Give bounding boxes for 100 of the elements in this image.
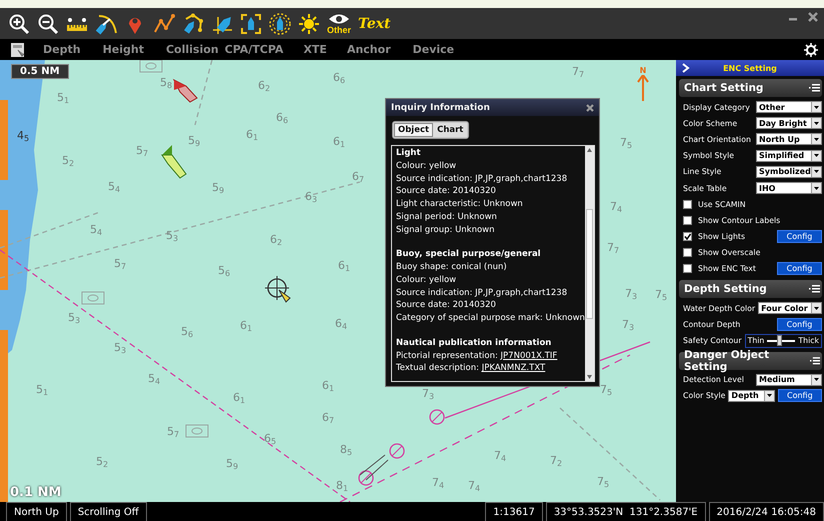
info-line: Source indication: JP,JP,graph,chart1238 xyxy=(396,172,568,186)
contour-line xyxy=(194,60,213,126)
depth-sounding: 5$_{7}$ xyxy=(167,426,180,441)
depth-sounding: 6$_{1}$ xyxy=(333,136,346,151)
dropdown[interactable]: Four Color xyxy=(758,302,822,314)
depth-sounding: 5$_{1}$ xyxy=(57,92,70,107)
dropdown[interactable]: IHO xyxy=(756,182,822,194)
section-title: Danger Object Setting xyxy=(684,348,770,373)
menu-icon[interactable] xyxy=(810,356,820,365)
menu-icon[interactable] xyxy=(809,84,820,92)
depth-sounding: 5$_{4}$ xyxy=(108,181,120,196)
depth-sounding: 7$_{4}$ xyxy=(432,477,444,492)
info-line: Colour: yellow xyxy=(396,274,458,287)
depth-sounding: 5$_{3}$ xyxy=(114,342,126,357)
checkbox[interactable] xyxy=(683,216,692,225)
dropdown[interactable]: Simplified xyxy=(756,150,822,162)
depth-sounding: 7$_{3}$ xyxy=(622,319,634,334)
vessel-icon xyxy=(161,145,187,179)
slider-thumb[interactable] xyxy=(776,334,782,346)
depth-sounding: 5$_{4}$ xyxy=(90,224,102,239)
depth-sounding: 7$_{5}$ xyxy=(620,137,632,152)
info-line: Buoy shape: conical (nun) xyxy=(396,261,508,274)
ship-arc-icon xyxy=(95,12,117,34)
other-tool-button[interactable]: Other xyxy=(327,10,352,38)
info-line: Colour: yellow xyxy=(396,160,458,173)
caret-icon xyxy=(814,122,819,125)
dropdown[interactable]: Day Bright xyxy=(756,117,822,130)
buoy-icon xyxy=(389,443,405,459)
depth-sounding: 6$_{3}$ xyxy=(305,191,318,206)
scroll-thumb[interactable] xyxy=(586,208,593,318)
status-item: Scrolling Off xyxy=(70,502,147,521)
config-button[interactable]: Config xyxy=(777,262,822,276)
north-label: N xyxy=(640,67,646,75)
info-line: Signal group: Unknown xyxy=(396,224,496,236)
depth-sounding: 7$_{4}$ xyxy=(610,201,622,216)
config-button[interactable]: Config xyxy=(777,230,822,244)
depth-sounding: 6$_{1}$ xyxy=(246,129,258,144)
checkbox[interactable] xyxy=(683,232,692,242)
framed-ship-icon xyxy=(240,12,262,34)
section-header[interactable]: Danger Object Setting xyxy=(679,352,822,370)
info-line: Source indication: JP,JP,graph,chart1238 xyxy=(396,286,568,300)
nav-tab[interactable]: CPA/TCPA xyxy=(224,43,284,56)
depth-sounding: 7$_{2}$ xyxy=(550,455,562,470)
checkbox[interactable] xyxy=(683,200,692,209)
depth-sounding: 5$_{4}$ xyxy=(148,373,160,388)
file-link[interactable]: JPKANMNZ.TXT xyxy=(482,363,546,374)
tab[interactable]: Object xyxy=(394,123,434,137)
depth-sounding: 5$_{8}$ xyxy=(160,77,172,92)
chevron-icon[interactable] xyxy=(682,63,690,73)
seabed-symbol-icon xyxy=(186,424,208,438)
depth-sounding: 5$_{9}$ xyxy=(188,135,200,150)
depth-sounding: 7$_{7}$ xyxy=(572,66,584,81)
dropdown[interactable]: Symbolized xyxy=(756,166,822,178)
dropdown[interactable]: North Up xyxy=(756,133,822,146)
text-tool-button[interactable]: Text xyxy=(358,10,391,38)
depth-sounding: 5$_{6}$ xyxy=(181,326,194,341)
info-label: Textual description: xyxy=(396,363,480,374)
vessel-icon xyxy=(172,78,198,103)
depth-sounding: 6$_{7}$ xyxy=(322,412,334,427)
dropdown[interactable]: Depth xyxy=(728,390,775,402)
close-icon[interactable] xyxy=(586,104,594,112)
nav-tab[interactable]: Depth xyxy=(43,43,81,56)
scrollbar[interactable] xyxy=(585,146,594,381)
scroll-down-icon[interactable] xyxy=(587,375,592,379)
depth-sounding: 7$_{5}$ xyxy=(600,384,612,399)
nav-tab[interactable]: Anchor xyxy=(346,43,391,56)
file-link[interactable]: JP7N001X.TIF xyxy=(500,350,558,361)
section-header[interactable]: Depth Setting xyxy=(679,280,822,298)
scroll-up-icon[interactable] xyxy=(587,148,592,152)
caret-icon xyxy=(814,138,819,141)
nav-tab[interactable]: XTE xyxy=(303,43,327,56)
tab[interactable]: Chart xyxy=(433,123,468,137)
route-icon xyxy=(153,12,175,34)
dropdown[interactable]: Medium xyxy=(756,374,822,386)
menu-icon[interactable] xyxy=(809,285,820,294)
nav-tab[interactable]: Height xyxy=(102,43,144,56)
depth-sounding: 7$_{5}$ xyxy=(655,289,668,304)
config-button[interactable]: Config xyxy=(778,389,822,402)
settings-icon[interactable] xyxy=(804,42,818,56)
caret-icon xyxy=(814,186,819,190)
close-icon[interactable] xyxy=(808,12,818,22)
scale-label: 0.1 NM xyxy=(10,485,62,500)
caret-icon xyxy=(814,306,819,310)
checkbox[interactable] xyxy=(683,264,692,274)
scale-label: 0.5 NM xyxy=(11,64,69,79)
depth-sounding: 6$_{2}$ xyxy=(258,80,270,95)
config-button[interactable]: Config xyxy=(777,318,822,331)
section-header[interactable]: Chart Setting xyxy=(679,79,822,97)
depth-sounding: 5$_{7}$ xyxy=(136,145,148,160)
depth-sounding: 5$_{1}$ xyxy=(36,384,48,399)
nav-tab[interactable]: Device xyxy=(412,43,454,56)
depth-sounding: 6$_{1}$ xyxy=(240,320,252,335)
nav-tab[interactable]: Collision xyxy=(166,43,219,56)
buoy-icon xyxy=(358,470,374,486)
depth-sounding: 6$_{6}$ xyxy=(333,72,346,87)
depth-sounding: 5$_{9}$ xyxy=(226,458,238,473)
depth-sounding: 8$_{5}$ xyxy=(340,444,352,459)
menu-icon[interactable] xyxy=(10,42,26,58)
dropdown[interactable]: Other xyxy=(756,101,822,114)
checkbox[interactable] xyxy=(683,248,692,258)
